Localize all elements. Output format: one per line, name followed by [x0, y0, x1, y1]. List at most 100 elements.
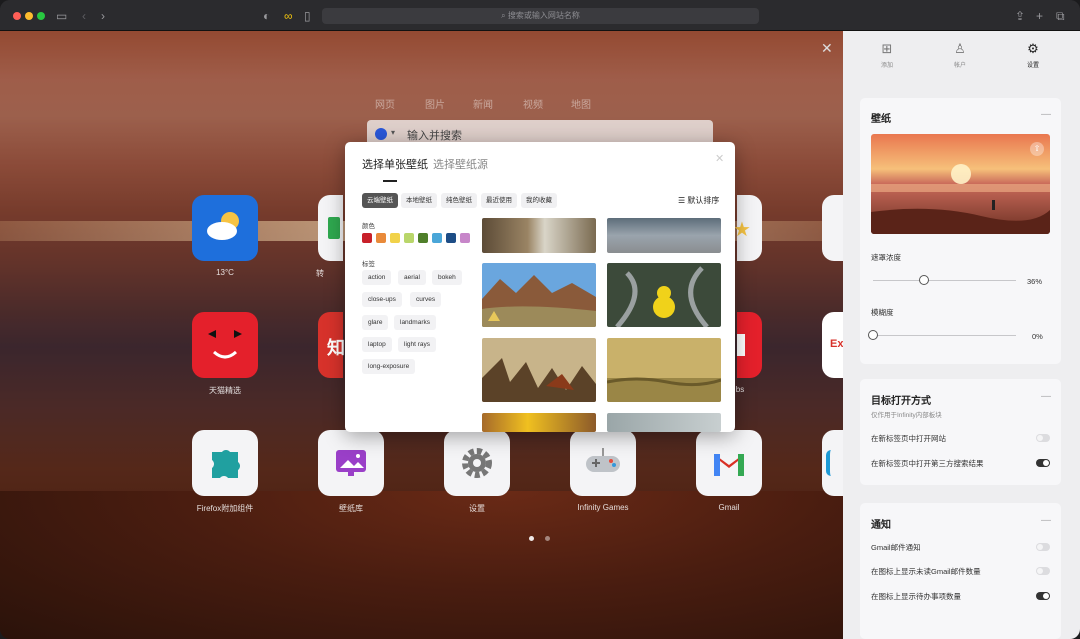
new-tab-icon[interactable]: + — [1036, 8, 1043, 24]
tab-single-wallpaper[interactable]: 选择单张壁纸 — [362, 156, 428, 172]
chip-solid[interactable]: 纯色壁纸 — [441, 193, 477, 208]
tile-edge-3[interactable] — [822, 430, 843, 496]
gmail-notify-toggle[interactable] — [1036, 543, 1050, 551]
collapse-icon[interactable]: — — [1041, 515, 1051, 526]
tag-laptop[interactable]: laptop — [362, 337, 392, 352]
color-swatch-lime[interactable] — [404, 233, 414, 243]
back-icon[interactable]: ‹ — [82, 8, 86, 24]
color-swatch-pink[interactable] — [460, 233, 470, 243]
chevron-down-icon[interactable]: ▾ — [391, 128, 395, 137]
open-in-new-tab-toggle[interactable] — [1036, 434, 1050, 442]
chip-cloud[interactable]: 云端壁纸 — [362, 193, 398, 208]
panel-tab-add[interactable]: ⊞ 添加 — [862, 41, 912, 69]
forward-icon[interactable]: › — [101, 8, 105, 24]
sort-dropdown[interactable]: ☰ 默认排序 — [678, 195, 719, 206]
tag-action[interactable]: action — [362, 270, 392, 285]
tmall-icon — [208, 330, 242, 359]
wallpaper-thumb-canyon[interactable] — [482, 263, 596, 327]
collapse-icon[interactable]: — — [1041, 109, 1051, 120]
color-swatch-orange[interactable] — [376, 233, 386, 243]
wallpaper-thumb-waterfall[interactable] — [482, 218, 596, 253]
tag-close-ups[interactable]: close-ups — [362, 292, 402, 307]
extension-icon[interactable]: ∞ — [284, 8, 293, 24]
minimize-window-button[interactable] — [25, 12, 33, 20]
share-icon[interactable]: ⇪ — [1015, 8, 1025, 24]
tile-gmail[interactable] — [696, 430, 762, 496]
tile-partial[interactable] — [318, 195, 343, 261]
close-window-button[interactable] — [13, 12, 21, 20]
page-dot-active[interactable] — [529, 536, 534, 541]
wallpaper-thumb-street[interactable] — [607, 218, 721, 253]
privacy-icon[interactable]: ◐ — [263, 8, 270, 24]
color-swatch-navy[interactable] — [446, 233, 456, 243]
chip-favorites[interactable]: 我的收藏 — [521, 193, 557, 208]
gmail-notify-label: Gmail邮件通知 — [871, 543, 921, 552]
tile-red-right[interactable] — [737, 312, 762, 378]
color-swatch-red[interactable] — [362, 233, 372, 243]
search-tab-images[interactable]: 图片 — [425, 96, 445, 111]
blur-slider-track[interactable] — [873, 335, 1016, 336]
tile-wallpaper-library[interactable] — [318, 430, 384, 496]
tag-bokeh[interactable]: bokeh — [432, 270, 462, 285]
tag-curves[interactable]: curves — [410, 292, 442, 307]
gamepad-icon — [586, 448, 620, 472]
chip-local[interactable]: 本地壁纸 — [401, 193, 437, 208]
color-swatch-yellow[interactable] — [390, 233, 400, 243]
color-swatch-green[interactable] — [418, 233, 428, 243]
panel-tab-label: 添加 — [880, 63, 893, 69]
tag-light-rays[interactable]: light rays — [398, 337, 437, 352]
open-third-party-toggle[interactable] — [1036, 459, 1050, 467]
ex-icon: Ex — [830, 338, 844, 350]
gmail-count-toggle[interactable] — [1036, 567, 1050, 575]
search-tab-video[interactable]: 视频 — [523, 96, 543, 111]
tile-infinity-games[interactable] — [570, 430, 636, 496]
current-wallpaper-preview[interactable]: ⇧ — [871, 134, 1050, 234]
wallpaper-thumb-partial[interactable] — [482, 413, 596, 432]
close-icon[interactable]: ✕ — [715, 152, 724, 165]
search-engine-icon[interactable] — [375, 128, 387, 140]
search-tab-web[interactable]: 网页 — [375, 96, 395, 111]
tile-weather[interactable] — [192, 195, 258, 261]
tab-overview-icon[interactable]: ⧉ — [1056, 8, 1065, 24]
close-settings-icon[interactable]: ✕ — [821, 40, 833, 57]
tag-landmarks[interactable]: landmarks — [394, 315, 436, 330]
search-tab-news[interactable]: 新闻 — [473, 96, 493, 111]
wallpaper-thumb-dry-leaves[interactable] — [482, 338, 596, 402]
tile-tmall[interactable] — [192, 312, 258, 378]
panel-tab-settings[interactable]: ⚙ 设置 — [1008, 41, 1058, 69]
panel-tab-account[interactable]: ♙ 帐户 — [935, 41, 985, 69]
browser-window: ▭ ‹ › ◐ ∞ ▯ ⌕ 搜索或输入网站名称 ⇪ + ⧉ ✕ 网页 图片 新闻… — [0, 0, 1080, 639]
blur-slider-handle[interactable] — [868, 330, 878, 340]
tag-aerial[interactable]: aerial — [398, 270, 426, 285]
tile-firefox-addons[interactable] — [192, 430, 258, 496]
tile-edge[interactable] — [822, 195, 843, 261]
wallpaper-thumb-hazy-field[interactable] — [607, 338, 721, 402]
tile-partial-right[interactable]: ★ — [733, 195, 762, 261]
collapse-icon[interactable]: — — [1041, 391, 1051, 402]
leaves-image — [482, 338, 596, 402]
tag-long-exposure[interactable]: long-exposure — [362, 359, 416, 374]
zoom-window-button[interactable] — [37, 12, 45, 20]
tile-ex[interactable]: Ex — [822, 312, 843, 378]
tab-wallpaper-source[interactable]: 选择壁纸源 — [433, 156, 488, 172]
todo-count-toggle[interactable] — [1036, 592, 1050, 600]
color-swatch-sky[interactable] — [432, 233, 442, 243]
wallpaper-thumb-partial-2[interactable] — [607, 413, 721, 432]
open-mode-card: 目标打开方式 — 仅作用于Infinity内部板块 在新标签页中打开网站 在新标… — [860, 379, 1061, 485]
tag-glare[interactable]: glare — [362, 315, 389, 330]
address-bar[interactable]: ⌕ 搜索或输入网站名称 — [322, 8, 759, 24]
chip-recent[interactable]: 最近使用 — [481, 193, 517, 208]
shield-icon[interactable]: ▯ — [304, 8, 311, 24]
upload-icon[interactable]: ⇧ — [1030, 142, 1044, 156]
search-tab-map[interactable]: 地图 — [571, 96, 591, 111]
page-dot[interactable] — [545, 536, 550, 541]
mask-slider-track[interactable] — [873, 280, 1016, 281]
open-third-party-label: 在新标签页中打开第三方搜索结果 — [871, 459, 984, 468]
mask-slider-handle[interactable] — [919, 275, 930, 285]
wallpaper-thumb-road[interactable] — [607, 263, 721, 327]
tag-section-label: 标签 — [362, 261, 375, 268]
sidebar-icon[interactable]: ▭ — [56, 8, 67, 24]
tile-settings[interactable] — [444, 430, 510, 496]
tile-label: 13°C — [216, 268, 234, 277]
tile-red-partial[interactable]: 知 — [318, 312, 345, 378]
